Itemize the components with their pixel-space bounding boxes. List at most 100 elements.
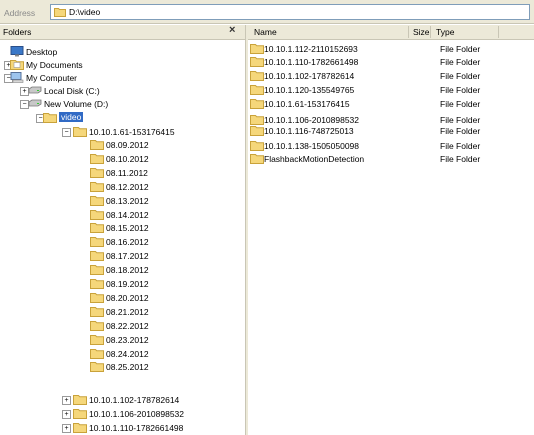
tree-item[interactable]: 08.22.2012 bbox=[0, 320, 240, 332]
pane-divider[interactable] bbox=[245, 25, 248, 435]
tree-item[interactable]: +10.10.1.102-178782614 bbox=[0, 394, 240, 406]
folder-icon bbox=[90, 195, 104, 206]
column-separator[interactable] bbox=[408, 26, 409, 38]
column-header-size[interactable]: Size bbox=[413, 27, 430, 37]
address-input[interactable]: D:\video bbox=[50, 4, 530, 20]
close-icon[interactable]: × bbox=[229, 24, 235, 36]
tree-item-label: 08.22.2012 bbox=[106, 320, 149, 331]
folder-icon bbox=[90, 167, 104, 178]
column-header-name[interactable]: Name bbox=[254, 27, 277, 37]
expand-icon[interactable]: + bbox=[62, 410, 71, 419]
tree-item[interactable]: 08.18.2012 bbox=[0, 264, 240, 276]
tree-item-label: 10.10.1.106-2010898532 bbox=[89, 409, 185, 419]
tree-item[interactable]: 08.10.2012 bbox=[0, 153, 240, 165]
folder-icon bbox=[73, 394, 87, 405]
tree-item[interactable]: 08.24.2012 bbox=[0, 348, 240, 360]
tree-item-label: 08.10.2012 bbox=[106, 153, 149, 164]
tree-item[interactable]: 08.14.2012 bbox=[0, 209, 240, 221]
tree-item[interactable]: 08.21.2012 bbox=[0, 306, 240, 318]
tree-item[interactable]: + Local Disk (C:) bbox=[0, 85, 240, 97]
tree-item[interactable]: 08.12.2012 bbox=[0, 181, 240, 193]
file-row[interactable]: 10.10.1.116-748725013 File Folder bbox=[250, 125, 530, 137]
folders-pane-header: Folders × bbox=[0, 24, 245, 40]
tree-item-label: 10.10.1.110-1782661498 bbox=[89, 423, 184, 433]
tree-item[interactable]: 08.11.2012 bbox=[0, 167, 240, 179]
file-row[interactable]: 10.10.1.102-178782614 File Folder bbox=[250, 70, 530, 82]
tree-item-label: 08.13.2012 bbox=[106, 195, 149, 206]
folder-icon bbox=[90, 181, 104, 192]
column-separator[interactable] bbox=[430, 26, 431, 38]
folder-icon bbox=[54, 7, 66, 17]
file-name: 10.10.1.120-135549765 bbox=[264, 85, 355, 95]
folder-icon bbox=[90, 292, 104, 303]
tree-item[interactable]: − video bbox=[0, 112, 240, 124]
address-bar: Address D:\video bbox=[0, 0, 534, 24]
my-computer-icon bbox=[10, 72, 24, 83]
folder-icon bbox=[250, 140, 264, 151]
tree-item[interactable]: − 10.10.1.61-153176415 bbox=[0, 126, 240, 138]
tree-item[interactable]: − My Computer bbox=[0, 72, 240, 84]
file-name: 10.10.1.61-153176415 bbox=[264, 99, 350, 109]
file-type: File Folder bbox=[440, 57, 481, 67]
folder-icon bbox=[73, 126, 87, 137]
folder-icon bbox=[250, 84, 264, 95]
tree-item[interactable]: Desktop bbox=[0, 46, 240, 58]
tree-item-label: Desktop bbox=[26, 47, 58, 57]
tree-item-label: video bbox=[59, 112, 84, 122]
folder-icon bbox=[250, 114, 264, 125]
tree-item[interactable]: + My Documents bbox=[0, 59, 240, 71]
tree-item-label: My Computer bbox=[26, 73, 78, 83]
tree-item[interactable]: 08.20.2012 bbox=[0, 292, 240, 304]
tree-item[interactable]: 08.09.2012 bbox=[0, 139, 240, 151]
tree-item[interactable]: 08.15.2012 bbox=[0, 222, 240, 234]
tree-item-label: 08.17.2012 bbox=[106, 251, 149, 262]
tree-item-label: 08.11.2012 bbox=[106, 167, 148, 178]
folder-icon bbox=[250, 43, 264, 54]
folder-icon bbox=[250, 98, 264, 109]
file-type: File Folder bbox=[440, 154, 481, 164]
folder-icon bbox=[90, 334, 104, 345]
tree-item[interactable]: − New Volume (D:) bbox=[0, 98, 240, 110]
file-type: File Folder bbox=[440, 141, 481, 151]
file-type: File Folder bbox=[440, 85, 481, 95]
folder-icon bbox=[90, 348, 104, 359]
file-row[interactable]: 10.10.1.112-2110152693 File Folder bbox=[250, 43, 530, 55]
tree-item[interactable]: +10.10.1.106-2010898532 bbox=[0, 408, 240, 420]
file-name: 10.10.1.116-748725013 bbox=[264, 126, 354, 136]
column-header-type[interactable]: Type bbox=[436, 27, 454, 37]
file-row[interactable]: FlashbackMotionDetection File Folder bbox=[250, 153, 530, 165]
tree-item[interactable]: 08.16.2012 bbox=[0, 236, 240, 248]
tree-item-label: 08.18.2012 bbox=[106, 265, 149, 276]
file-row[interactable]: 10.10.1.110-1782661498 File Folder bbox=[250, 56, 530, 68]
folders-pane-title: Folders bbox=[3, 27, 32, 37]
expand-icon[interactable]: + bbox=[62, 424, 71, 433]
folder-icon bbox=[250, 56, 264, 67]
tree-item[interactable]: 08.13.2012 bbox=[0, 195, 240, 207]
file-type: File Folder bbox=[440, 115, 481, 125]
file-type: File Folder bbox=[440, 44, 481, 54]
tree-item[interactable]: 08.17.2012 bbox=[0, 250, 240, 262]
file-row[interactable]: 10.10.1.138-1505050098 File Folder bbox=[250, 140, 530, 152]
file-row[interactable]: 10.10.1.120-135549765 File Folder bbox=[250, 84, 530, 96]
folder-icon bbox=[90, 209, 104, 220]
tree-item-label: 08.23.2012 bbox=[106, 334, 149, 345]
tree-item[interactable]: 08.25.2012 bbox=[0, 361, 240, 373]
tree-item[interactable]: +10.10.1.110-1782661498 bbox=[0, 422, 240, 434]
folder-tree: Desktop + My Documents − My Computer + Local D… bbox=[0, 40, 245, 435]
file-name: 10.10.1.138-1505050098 bbox=[264, 141, 360, 151]
folder-icon bbox=[90, 264, 104, 276]
tree-item-label: 08.20.2012 bbox=[106, 292, 149, 303]
file-type: File Folder bbox=[440, 126, 481, 136]
address-label: Address bbox=[4, 8, 36, 18]
tree-item[interactable]: 08.23.2012 bbox=[0, 334, 240, 346]
tree-item[interactable]: 08.19.2012 bbox=[0, 278, 240, 290]
expand-icon[interactable]: + bbox=[62, 396, 71, 405]
collapse-icon[interactable]: − bbox=[62, 128, 71, 137]
folder-icon bbox=[90, 320, 104, 331]
folder-icon bbox=[73, 408, 87, 419]
file-row[interactable]: 10.10.1.61-153176415 File Folder bbox=[250, 98, 530, 110]
column-separator[interactable] bbox=[498, 26, 499, 38]
tree-item-label: 08.15.2012 bbox=[106, 223, 149, 234]
tree-item-label: 10.10.1.61-153176415 bbox=[89, 127, 175, 137]
folder-icon bbox=[90, 236, 104, 248]
